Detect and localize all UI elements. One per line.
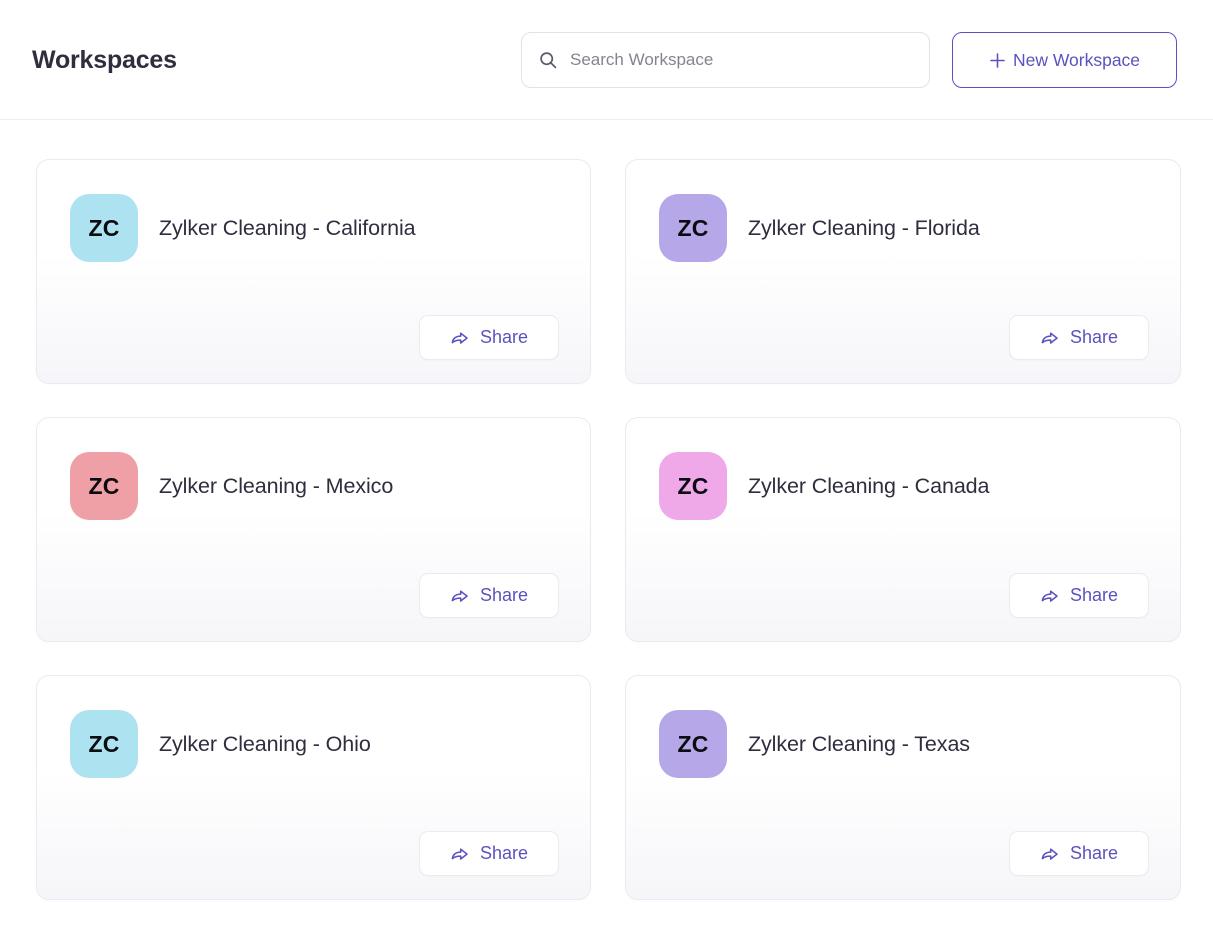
share-button[interactable]: Share [1009, 315, 1149, 360]
workspace-avatar: ZC [659, 452, 727, 520]
share-arrow-icon [450, 328, 470, 348]
workspace-name: Zylker Cleaning - Ohio [159, 730, 371, 758]
workspace-card-footer: Share [1009, 315, 1149, 360]
new-workspace-button[interactable]: New Workspace [952, 32, 1177, 88]
workspace-name: Zylker Cleaning - Texas [748, 730, 970, 758]
share-button-label: Share [1070, 585, 1118, 606]
workspace-card-footer: Share [419, 573, 559, 618]
page-title: Workspaces [32, 44, 177, 76]
share-button[interactable]: Share [1009, 831, 1149, 876]
share-button[interactable]: Share [419, 315, 559, 360]
share-button[interactable]: Share [419, 573, 559, 618]
workspace-card[interactable]: ZC Zylker Cleaning - California Share [36, 159, 591, 384]
workspace-avatar: ZC [659, 710, 727, 778]
workspace-card-header: ZC Zylker Cleaning - Texas [626, 676, 1180, 778]
workspace-avatar: ZC [70, 194, 138, 262]
share-button-label: Share [480, 843, 528, 864]
workspace-card[interactable]: ZC Zylker Cleaning - Texas Share [625, 675, 1181, 900]
share-button-label: Share [1070, 843, 1118, 864]
share-arrow-icon [1040, 844, 1060, 864]
share-button[interactable]: Share [1009, 573, 1149, 618]
workspace-card-footer: Share [1009, 573, 1149, 618]
workspace-card-footer: Share [419, 315, 559, 360]
workspace-card-header: ZC Zylker Cleaning - Canada [626, 418, 1180, 520]
new-workspace-button-label: New Workspace [1013, 50, 1140, 71]
workspace-name: Zylker Cleaning - Mexico [159, 472, 393, 500]
share-button-label: Share [1070, 327, 1118, 348]
workspace-card[interactable]: ZC Zylker Cleaning - Canada Share [625, 417, 1181, 642]
workspace-card[interactable]: ZC Zylker Cleaning - Florida Share [625, 159, 1181, 384]
workspace-avatar: ZC [659, 194, 727, 262]
workspace-card[interactable]: ZC Zylker Cleaning - Ohio Share [36, 675, 591, 900]
workspace-card-header: ZC Zylker Cleaning - California [37, 160, 590, 262]
share-arrow-icon [450, 844, 470, 864]
share-button[interactable]: Share [419, 831, 559, 876]
workspace-card-footer: Share [1009, 831, 1149, 876]
page-header: Workspaces New Workspace [0, 0, 1213, 120]
workspace-card-header: ZC Zylker Cleaning - Mexico [37, 418, 590, 520]
workspace-name: Zylker Cleaning - Florida [748, 214, 980, 242]
search-icon [538, 50, 558, 70]
workspace-name: Zylker Cleaning - Canada [748, 472, 989, 500]
workspace-card[interactable]: ZC Zylker Cleaning - Mexico Share [36, 417, 591, 642]
share-arrow-icon [450, 586, 470, 606]
share-button-label: Share [480, 327, 528, 348]
share-arrow-icon [1040, 586, 1060, 606]
workspace-cards-grid: ZC Zylker Cleaning - California Share ZC Zyl… [0, 120, 1213, 900]
workspace-card-footer: Share [419, 831, 559, 876]
share-arrow-icon [1040, 328, 1060, 348]
workspace-card-header: ZC Zylker Cleaning - Ohio [37, 676, 590, 778]
plus-icon [989, 52, 1006, 69]
search-workspace-box[interactable] [521, 32, 930, 88]
search-input[interactable] [570, 50, 913, 70]
workspace-avatar: ZC [70, 452, 138, 520]
workspace-card-header: ZC Zylker Cleaning - Florida [626, 160, 1180, 262]
workspace-avatar: ZC [70, 710, 138, 778]
share-button-label: Share [480, 585, 528, 606]
workspace-name: Zylker Cleaning - California [159, 214, 416, 242]
